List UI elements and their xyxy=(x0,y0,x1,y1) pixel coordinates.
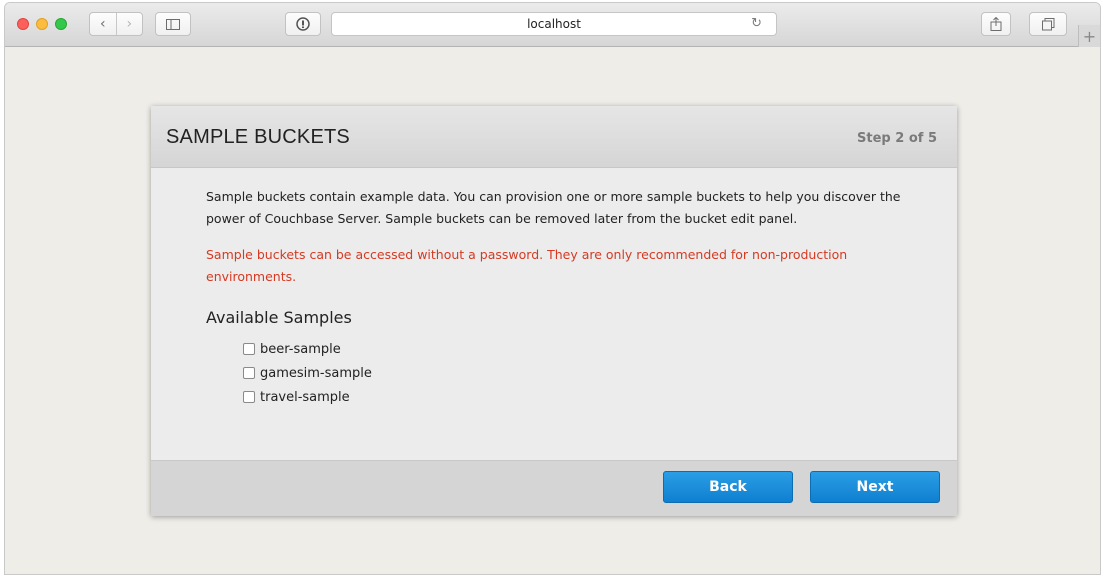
tabs-overview-button[interactable] xyxy=(1029,12,1067,36)
description-text: Sample buckets contain example data. You… xyxy=(206,189,901,226)
next-button[interactable]: Next xyxy=(810,471,940,503)
gamesim-sample-checkbox[interactable] xyxy=(243,367,255,379)
share-button[interactable] xyxy=(981,12,1011,36)
sample-option-gamesim[interactable]: gamesim-sample xyxy=(243,361,906,385)
back-arrow-icon[interactable]: ‹ xyxy=(90,13,116,35)
browser-toolbar: ‹ › localhost ↻ + xyxy=(5,3,1100,47)
browser-window: ‹ › localhost ↻ + SAMPLE BUCKETS Step 2 … xyxy=(4,2,1101,575)
reload-icon[interactable]: ↻ xyxy=(751,16,762,31)
travel-sample-checkbox[interactable] xyxy=(243,391,255,403)
sample-label: gamesim-sample xyxy=(260,365,372,381)
sample-label: beer-sample xyxy=(260,341,341,357)
plus-icon: + xyxy=(1082,26,1097,46)
page-content: SAMPLE BUCKETS Step 2 of 5 Sample bucket… xyxy=(5,47,1100,574)
back-button[interactable]: Back xyxy=(663,471,793,503)
address-bar[interactable]: localhost ↻ xyxy=(331,12,777,36)
sidebar-icon xyxy=(166,18,180,30)
new-tab-button[interactable]: + xyxy=(1078,25,1100,47)
available-samples-heading: Available Samples xyxy=(206,308,352,327)
beer-sample-checkbox[interactable] xyxy=(243,343,255,355)
warning-text: Sample buckets can be accessed without a… xyxy=(206,247,848,284)
nav-buttons: ‹ › xyxy=(89,12,143,36)
privacy-button[interactable] xyxy=(285,12,321,36)
zoom-window-button[interactable] xyxy=(55,18,67,30)
dialog-body: Sample buckets contain example data. You… xyxy=(206,186,906,409)
close-window-button[interactable] xyxy=(17,18,29,30)
dialog-title: SAMPLE BUCKETS xyxy=(166,126,350,148)
sample-option-beer[interactable]: beer-sample xyxy=(243,337,906,361)
tabs-icon xyxy=(1041,17,1054,30)
minimize-window-button[interactable] xyxy=(36,18,48,30)
samples-list: beer-sample gamesim-sample travel-sample xyxy=(243,337,906,409)
dialog-header: SAMPLE BUCKETS Step 2 of 5 xyxy=(151,106,957,168)
sample-buckets-dialog: SAMPLE BUCKETS Step 2 of 5 Sample bucket… xyxy=(151,106,957,516)
forward-arrow-icon[interactable]: › xyxy=(115,13,143,35)
sample-option-travel[interactable]: travel-sample xyxy=(243,385,906,409)
sample-label: travel-sample xyxy=(260,389,350,405)
address-text: localhost xyxy=(527,17,581,31)
dialog-footer: Back Next xyxy=(151,460,957,516)
sidebar-toggle-button[interactable] xyxy=(155,12,191,36)
privacy-icon xyxy=(296,17,310,31)
share-icon xyxy=(990,17,1002,31)
step-indicator: Step 2 of 5 xyxy=(857,131,937,146)
